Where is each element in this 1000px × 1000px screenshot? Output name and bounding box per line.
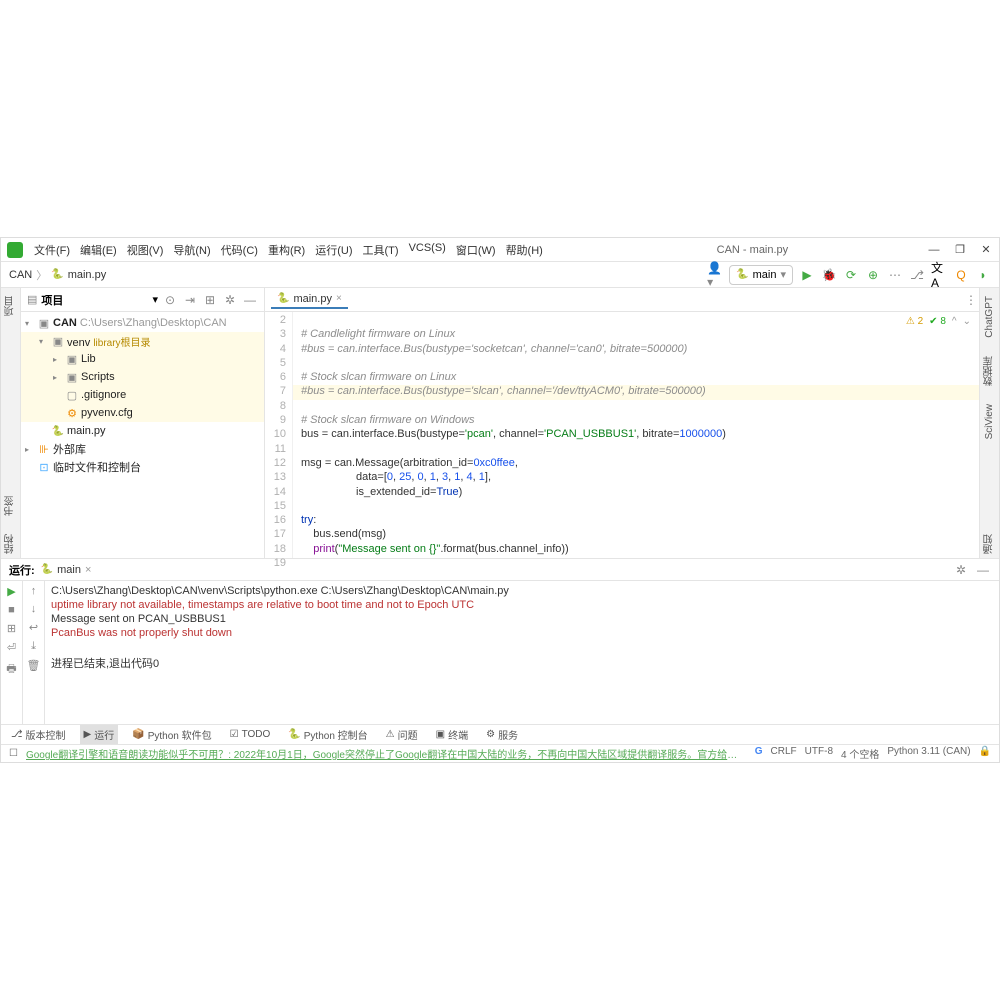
lock-icon[interactable]: 🔒 [979, 746, 991, 761]
menu-item[interactable]: 文件(F) [29, 240, 75, 260]
folder-icon: ▤ [27, 293, 37, 306]
bottom-tab[interactable]: ▣终端 [432, 725, 472, 744]
bottom-tool-tabs: ⎇版本控制 ▶运行 📦Python 软件包 ☑TODO 🐍Python 控制台 ⚠问题 ▣终… [1, 724, 999, 744]
wrap-icon[interactable]: ↩ [29, 621, 38, 634]
statusbar: ☐ Google翻译引擎和语音朗读功能似乎不可用？: 2022年10月1日，Go… [1, 744, 999, 762]
google-icon[interactable]: G [755, 746, 763, 761]
right-tab-notifications[interactable]: 通知 [981, 530, 998, 558]
menu-item[interactable]: 重构(R) [263, 240, 310, 260]
left-tab-structure[interactable]: 结构 [2, 530, 19, 558]
debug-icon[interactable]: 🐞 [821, 267, 837, 283]
run-side-toolbar-2: ↑ ↓ ↩ ⤓ 🗑 [23, 581, 45, 724]
exit-icon[interactable]: ⏎ [7, 641, 16, 654]
bottom-tab[interactable]: 🐍Python 控制台 [284, 725, 371, 744]
crumb-file[interactable]: main.py [68, 269, 107, 281]
bottom-tab[interactable]: ⎇版本控制 [7, 725, 70, 744]
menu-item[interactable]: VCS(S) [404, 240, 451, 260]
layout-icon[interactable]: ⊞ [7, 622, 16, 635]
menu-item[interactable]: 工具(T) [358, 240, 404, 260]
editor-tabs: 🐍 main.py × ⋮ [265, 288, 979, 312]
run-settings-icon[interactable]: ✲ [953, 562, 969, 578]
collapse-icon[interactable]: ⇥ [182, 292, 198, 308]
menu-item[interactable]: 帮助(H) [501, 240, 548, 260]
breadcrumb: CAN 〉 🐍 main.py [9, 267, 707, 283]
scroll-icon[interactable]: ⤓ [31, 640, 36, 653]
left-tab-bookmarks[interactable]: 书签 [2, 492, 19, 520]
console-output[interactable]: C:\Users\Zhang\Desktop\CAN\venv\Scripts\… [45, 581, 999, 724]
right-tool-strip: ChatGPT 数据库 SciView 通知 [979, 288, 999, 558]
print-icon[interactable]: 🖶 [6, 660, 16, 679]
editor-area: 🐍 main.py × ⋮ 23456789101112131415161718… [265, 288, 979, 558]
interpreter-info[interactable]: Python 3.11 (CAN) [887, 746, 970, 761]
crumb-project[interactable]: CAN [9, 269, 32, 281]
file-encoding[interactable]: UTF-8 [805, 746, 833, 761]
close-icon[interactable]: ✕ [979, 243, 993, 257]
git-icon[interactable]: ⎇ [909, 267, 925, 283]
left-tool-strip: 项目 书签 结构 [1, 288, 21, 558]
right-tab-chatgpt[interactable]: ChatGPT [983, 292, 996, 342]
toolbar: CAN 〉 🐍 main.py 👤▾ 🐍 main ▾ ▶ 🐞 ⟳ ⊕ ⋯ ⎇ … [1, 262, 999, 288]
project-tree[interactable]: ▾▣CAN C:\Users\Zhang\Desktop\CAN ▾▣venv … [21, 312, 264, 478]
menu-item[interactable]: 导航(N) [168, 240, 215, 260]
more-icon[interactable]: ⋯ [887, 267, 903, 283]
run-side-toolbar: ▶ ■ ⊞ ⏎ 🖶 [1, 581, 23, 724]
run-tab-main[interactable]: 🐍 main × [41, 564, 92, 576]
target-icon[interactable]: ⊙ [162, 292, 178, 308]
stop-icon[interactable]: ■ [8, 604, 15, 616]
run-hide-icon[interactable]: — [975, 562, 991, 578]
bottom-tab[interactable]: ☑TODO [226, 727, 275, 742]
menu-item[interactable]: 视图(V) [122, 240, 169, 260]
clear-icon[interactable]: 🗑 [27, 659, 41, 672]
translate-icon[interactable]: 文A [931, 267, 947, 283]
panel-title: 项目 [41, 292, 148, 308]
project-panel: ▤ 项目 ▾ ⊙ ⇥ ⊞ ✲ — ▾▣CAN C:\Users\Zhang\De… [21, 288, 265, 558]
hide-icon[interactable]: — [242, 292, 258, 308]
menu-item[interactable]: 运行(U) [310, 240, 357, 260]
bottom-tab[interactable]: ⚙服务 [482, 725, 522, 744]
run-title: 运行: [9, 562, 35, 578]
right-tab-sciview[interactable]: SciView [983, 400, 996, 443]
settings-icon[interactable]: ✲ [222, 292, 238, 308]
python-file-icon: 🐍 [51, 269, 63, 280]
line-separator[interactable]: CRLF [771, 746, 797, 761]
profile-icon[interactable]: ⊕ [865, 267, 881, 283]
run-tool-window: 运行: 🐍 main × ✲ — ▶ ■ ⊞ ⏎ 🖶 ↑ ↓ ↩ ⤓ [1, 558, 999, 724]
minimize-icon[interactable]: — [927, 243, 941, 257]
bottom-tab[interactable]: 📦Python 软件包 [128, 725, 215, 744]
run-config-select[interactable]: 🐍 main ▾ [729, 265, 793, 285]
coverage-icon[interactable]: ⟳ [843, 267, 859, 283]
menu-item[interactable]: 窗口(W) [451, 240, 501, 260]
indent-info[interactable]: 4 个空格 [841, 746, 879, 761]
window-title: CAN - main.py [550, 244, 925, 256]
tabs-more-icon[interactable]: ⋮ [963, 292, 979, 308]
tab-main-py[interactable]: 🐍 main.py × [271, 291, 348, 309]
right-tab-database[interactable]: 数据库 [981, 352, 998, 390]
event-log-icon[interactable]: ☐ [9, 748, 18, 759]
maximize-icon[interactable]: ❐ [953, 243, 967, 257]
app-icon [7, 242, 23, 258]
down-icon[interactable]: ↓ [31, 603, 37, 615]
inspections-widget[interactable]: ⚠ 2 ✔ 8 ^⌄ [906, 316, 971, 327]
ai-icon[interactable]: ◗ [975, 267, 991, 283]
menu-item[interactable]: 代码(C) [216, 240, 263, 260]
up-icon[interactable]: ↑ [31, 585, 37, 597]
bottom-tab[interactable]: ▶运行 [80, 725, 119, 744]
user-icon[interactable]: 👤▾ [707, 267, 723, 283]
code-editor[interactable]: 2345678910111213141516171819 # Candlelig… [265, 312, 979, 558]
rerun-icon[interactable]: ▶ [7, 585, 15, 598]
close-icon[interactable]: × [336, 293, 342, 304]
search-icon[interactable]: Q [953, 267, 969, 283]
left-tab-project[interactable]: 项目 [2, 292, 19, 320]
expand-icon[interactable]: ⊞ [202, 292, 218, 308]
menubar: 文件(F)编辑(E)视图(V)导航(N)代码(C)重构(R)运行(U)工具(T)… [1, 238, 999, 262]
status-message[interactable]: Google翻译引擎和语音朗读功能似乎不可用？: 2022年10月1日，Goog… [26, 746, 747, 761]
run-icon[interactable]: ▶ [799, 267, 815, 283]
bottom-tab[interactable]: ⚠问题 [382, 725, 422, 744]
menu-item[interactable]: 编辑(E) [75, 240, 122, 260]
